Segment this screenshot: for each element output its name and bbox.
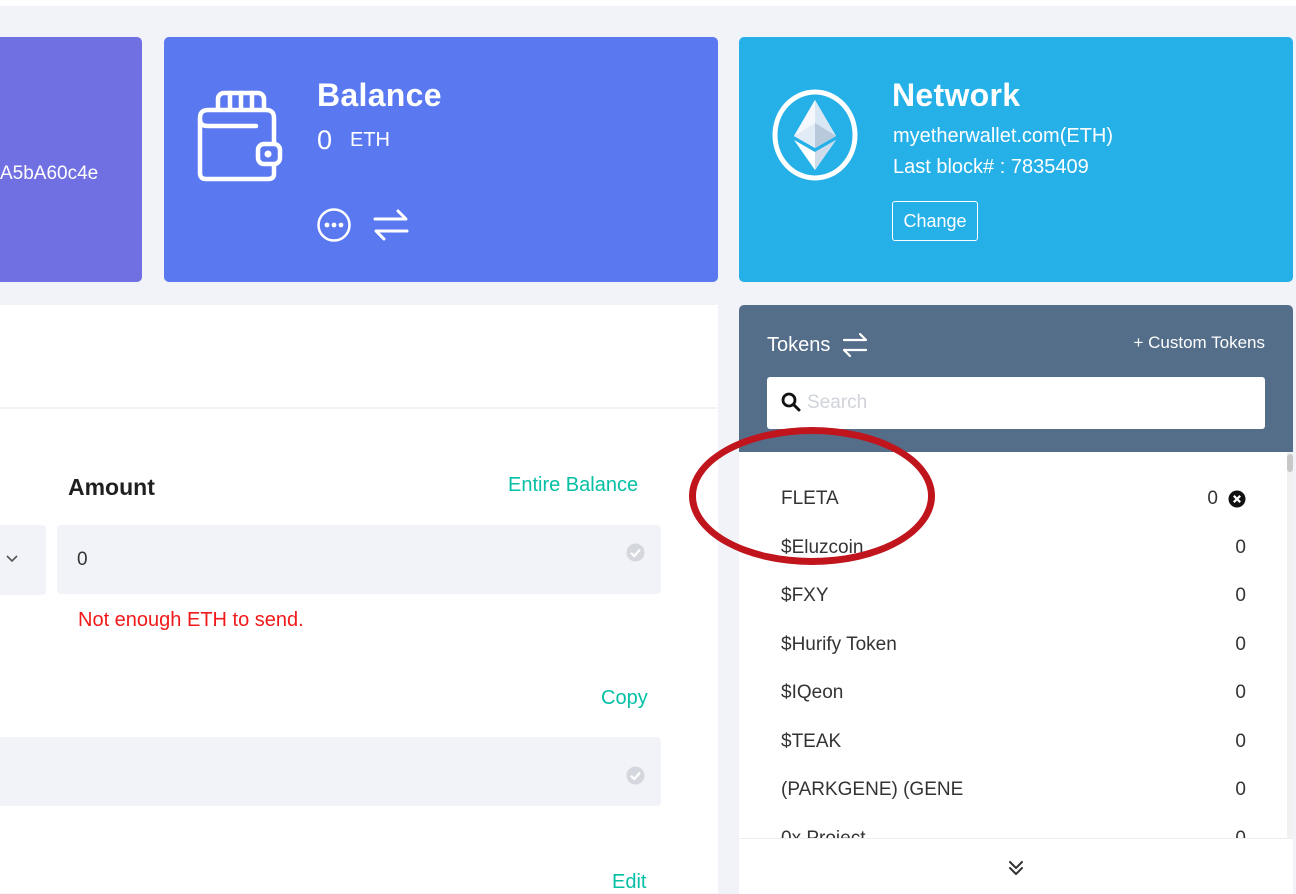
chevron-down-icon bbox=[6, 555, 18, 563]
token-name: 0x Project bbox=[781, 828, 865, 838]
token-row: $TEAK 0 bbox=[781, 731, 1246, 761]
entire-balance-link[interactable]: Entire Balance bbox=[508, 474, 638, 497]
swap-icon[interactable] bbox=[372, 208, 410, 242]
token-search-box bbox=[767, 377, 1265, 429]
token-row: $FXY 0 bbox=[781, 585, 1246, 615]
amount-label: Amount bbox=[68, 474, 155, 500]
token-row: (PARKGENE) (GENE 0 bbox=[781, 779, 1246, 809]
token-row: $Hurify Token 0 bbox=[781, 634, 1246, 664]
address-card: A5bA60c4e bbox=[0, 37, 142, 282]
token-list-scrollbar[interactable] bbox=[1287, 452, 1293, 838]
token-name: $Eluzcoin bbox=[781, 537, 864, 558]
balance-unit: ETH bbox=[350, 129, 390, 151]
token-row: $Eluzcoin 0 bbox=[781, 537, 1246, 567]
token-list[interactable]: FLETA 0 $Eluzcoin 0 $FXY 0 $Hurify Token… bbox=[739, 452, 1293, 838]
edit-link[interactable]: Edit bbox=[612, 871, 646, 894]
check-circle-icon bbox=[626, 543, 645, 562]
balance-value: 0 bbox=[317, 125, 333, 155]
token-amount: 0 bbox=[1235, 585, 1246, 606]
top-strip bbox=[0, 0, 1296, 6]
token-amount: 0 bbox=[1207, 488, 1218, 509]
amount-input[interactable] bbox=[57, 525, 661, 594]
scrollbar-thumb[interactable] bbox=[1287, 454, 1293, 472]
token-name: $Hurify Token bbox=[781, 634, 897, 655]
amount-error: Not enough ETH to send. bbox=[78, 609, 304, 631]
double-chevron-down-icon[interactable] bbox=[1007, 859, 1025, 877]
token-list-footer bbox=[739, 838, 1293, 894]
network-card: Network myetherwallet.com(ETH) Last bloc… bbox=[739, 37, 1293, 282]
token-amount: 0 bbox=[1235, 634, 1246, 655]
copy-link[interactable]: Copy bbox=[601, 687, 648, 710]
token-name: FLETA bbox=[781, 488, 839, 509]
send-panel-header bbox=[0, 305, 718, 407]
token-row: $IQeon 0 bbox=[781, 682, 1246, 712]
last-block: Last block# : 7835409 bbox=[893, 156, 1089, 178]
custom-tokens-link[interactable]: + Custom Tokens bbox=[1133, 333, 1265, 353]
tokens-header: Tokens + Custom Tokens bbox=[739, 305, 1293, 452]
wallet-address: A5bA60c4e bbox=[0, 163, 99, 184]
check-circle-icon bbox=[626, 766, 645, 785]
more-options-icon[interactable] bbox=[316, 207, 352, 243]
network-title: Network bbox=[892, 77, 1021, 113]
token-amount: 0 bbox=[1235, 537, 1246, 558]
token-amount: 0 bbox=[1235, 779, 1246, 800]
balance-title: Balance bbox=[317, 77, 442, 113]
address-input[interactable] bbox=[0, 737, 661, 806]
remove-token-icon[interactable] bbox=[1228, 490, 1246, 508]
currency-select[interactable] bbox=[0, 525, 46, 595]
token-amount: 0 bbox=[1235, 731, 1246, 752]
token-search-input[interactable] bbox=[807, 377, 1257, 429]
balance-card: Balance 0 ETH bbox=[164, 37, 718, 282]
token-amount: 0 bbox=[1235, 682, 1246, 703]
tokens-title: Tokens bbox=[767, 334, 831, 356]
token-name: $FXY bbox=[781, 585, 829, 606]
token-amount: 0 bbox=[1235, 828, 1246, 838]
refresh-tokens-icon[interactable] bbox=[841, 331, 869, 359]
token-row: FLETA 0 bbox=[781, 488, 1246, 518]
wallet-icon bbox=[197, 90, 283, 182]
token-name: (PARKGENE) (GENE bbox=[781, 779, 964, 800]
token-name: $TEAK bbox=[781, 731, 842, 752]
change-network-button[interactable]: Change bbox=[892, 201, 978, 241]
search-icon bbox=[781, 392, 801, 412]
network-name: myetherwallet.com(ETH) bbox=[893, 125, 1114, 147]
token-name: $IQeon bbox=[781, 682, 844, 703]
token-row: 0x Project 0 bbox=[781, 828, 1246, 838]
ethereum-icon bbox=[772, 89, 858, 181]
